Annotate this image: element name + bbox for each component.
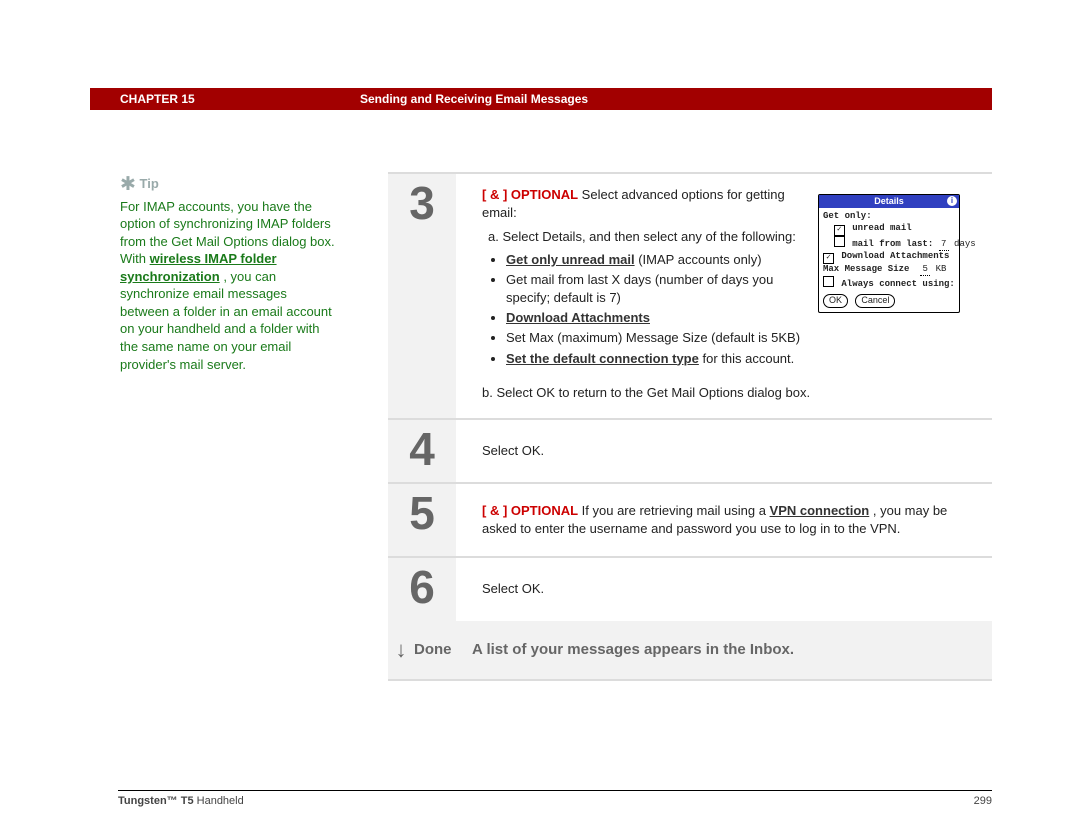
details-dialog: Details i Get only: ✓ unread mail mail f… [818,194,960,313]
always-connect-label: Always connect using: [841,279,954,289]
checkbox-unread[interactable]: ✓ [834,225,845,236]
step3-a-text: Select Details, and then select any of t… [502,229,795,244]
chapter-title: Sending and Receiving Email Messages [360,92,588,106]
page-number: 299 [974,795,992,807]
step-row-5: 5 [ & ] OPTIONAL If you are retrieving m… [388,482,992,556]
tip-box: ✱ Tip For IMAP accounts, you have the op… [120,172,335,373]
step5-pre: If you are retrieving mail using a [582,503,770,518]
step3-b-text: Select OK to return to the Get Mail Opti… [496,385,810,400]
product-rest: Handheld [194,795,244,807]
tip-body-post: , you can synchronize email messages bet… [120,269,332,372]
max-size-value[interactable]: 5 [920,264,930,276]
download-att-label: Download Attachments [841,251,949,261]
link-default-connection[interactable]: Set the default connection type [506,351,699,366]
step-number: 3 [388,174,456,418]
info-icon[interactable]: i [947,196,957,206]
product-bold: Tungsten™ T5 [118,795,194,807]
step-number: 4 [388,420,456,482]
max-size-unit: KB [936,264,947,274]
ok-button[interactable]: OK [823,294,848,307]
tip-heading: Tip [140,176,159,191]
page-footer: Tungsten™ T5 Handheld 299 [118,790,992,807]
step-body: Select OK. [456,558,992,620]
details-dialog-title: Details [874,196,904,207]
step-body: Select OK. [456,420,992,482]
cancel-button[interactable]: Cancel [855,294,895,307]
step3-a-label: a. [488,229,499,244]
step-row-6: 6 Select OK. [388,556,992,620]
mail-from-last-label: mail from last: [852,239,933,249]
done-arrow-icon: ↓ [388,637,414,663]
days-value[interactable]: 7 [939,239,949,251]
link-get-only-unread[interactable]: Get only unread mail [506,252,635,267]
chapter-header: CHAPTER 15 Sending and Receiving Email M… [90,88,992,110]
details-dialog-title-bar: Details i [819,195,959,208]
step-body: [ & ] OPTIONAL If you are retrieving mai… [456,484,992,556]
step-number: 5 [388,484,456,556]
link-download-attachments[interactable]: Download Attachments [506,310,650,325]
step3-b5-post: for this account. [702,351,794,366]
step-number: 6 [388,558,456,620]
steps-list: 3 [ & ] OPTIONAL Select advanced options… [388,172,992,681]
product-name: Tungsten™ T5 Handheld [118,795,244,807]
step3-b1-note: (IMAP accounts only) [638,252,761,267]
step-row-3: 3 [ & ] OPTIONAL Select advanced options… [388,172,992,418]
done-row: ↓ Done A list of your messages appears i… [388,621,992,681]
get-only-label: Get only: [823,211,872,221]
optional-tag: [ & ] OPTIONAL [482,187,578,202]
checkbox-always-connect[interactable] [823,276,834,287]
optional-tag: [ & ] OPTIONAL [482,503,578,518]
done-text: A list of your messages appears in the I… [472,641,794,658]
step3-bullet-4: Set Max (maximum) Message Size (default … [506,329,814,347]
done-label: Done [414,641,472,658]
unread-label: unread mail [852,223,911,233]
chapter-label: CHAPTER 15 [90,92,360,106]
checkbox-mail-from-last[interactable] [834,236,845,247]
step-row-4: 4 Select OK. [388,418,992,482]
max-size-label: Max Message Size [823,264,909,274]
link-vpn-connection[interactable]: VPN connection [770,503,870,518]
step-body: [ & ] OPTIONAL Select advanced options f… [456,174,992,418]
step3-bullet-2: Get mail from last X days (number of day… [506,271,814,307]
tip-star-icon: ✱ [120,174,136,195]
step3-b-label: b. [482,385,493,400]
days-unit: days [954,239,976,249]
checkbox-download-att[interactable]: ✓ [823,253,834,264]
